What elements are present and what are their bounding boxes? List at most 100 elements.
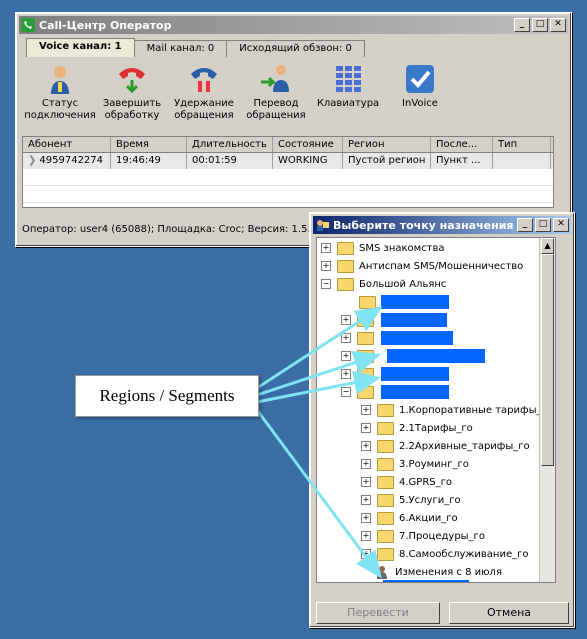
folder-icon	[377, 511, 394, 525]
collapse-icon[interactable]: −	[321, 279, 331, 289]
tab-mail-channel[interactable]: Mail канал: 0	[133, 40, 228, 57]
scroll-up-arrow-icon[interactable]: ▲	[541, 238, 554, 254]
tool-label: Статус	[41, 98, 79, 109]
tool-label: Завершить	[102, 98, 162, 109]
phone-app-icon	[21, 18, 35, 32]
dialog-title-bar[interactable]: Выберите точку назначения ... _ □ ✕	[313, 216, 571, 234]
folder-icon	[377, 403, 394, 417]
tree-item-region[interactable]: +	[341, 366, 379, 382]
column-header[interactable]: Регион	[343, 137, 431, 152]
expand-icon[interactable]: +	[361, 513, 371, 523]
maximize-button[interactable]: □	[535, 218, 551, 232]
forward-button[interactable]: Перевести	[316, 602, 440, 624]
tree-scrollbar[interactable]: ▲	[539, 238, 555, 582]
expand-icon[interactable]: +	[361, 441, 371, 451]
expand-icon[interactable]: +	[341, 369, 351, 379]
expand-icon[interactable]: +	[361, 405, 371, 415]
tree-subitem[interactable]: +3.Роуминг_го	[361, 456, 469, 472]
tool-label: InVoice	[402, 98, 438, 109]
tree-subitem-operator[interactable]: Изменения с 8 июля	[375, 564, 502, 580]
close-button[interactable]: ✕	[553, 218, 569, 232]
row-indicator-icon: ❯	[28, 155, 37, 166]
folder-icon	[377, 529, 394, 543]
tree-item-region[interactable]: +	[341, 330, 379, 346]
main-title-text: Call-Центр Оператор	[39, 18, 172, 32]
tree-item-label: 2.1Тарифы_го	[399, 422, 473, 434]
column-header[interactable]: Длительность	[187, 137, 273, 152]
tab-outbound-dial[interactable]: Исходящий обзвон: 0	[226, 40, 365, 57]
tree-item-region[interactable]: +	[341, 312, 379, 328]
column-header[interactable]: Состояние	[273, 137, 343, 152]
tree-item-region[interactable]: −	[341, 384, 379, 400]
folder-icon	[357, 313, 374, 327]
expand-icon[interactable]: +	[361, 423, 371, 433]
invoice-icon	[406, 65, 434, 93]
table-cell: ❯ 4959742274	[23, 153, 111, 169]
cancel-button[interactable]: Отмена	[449, 602, 569, 624]
table-row-empty	[23, 186, 553, 203]
invoice-button[interactable]: InVoice	[384, 62, 456, 122]
tree-item-sms[interactable]: + SMS знакомства	[321, 240, 445, 256]
table-row[interactable]: ❯ 4959742274 19:46:49 00:01:59 WORKING Пу…	[23, 153, 553, 169]
column-header[interactable]: Тип	[493, 137, 551, 152]
folder-icon	[337, 241, 354, 255]
tree-item-label: 2.2Архивные_тарифы_го	[399, 440, 530, 452]
tree-item-label: 8.Самообслуживание_го	[399, 548, 529, 560]
expand-icon[interactable]: +	[361, 531, 371, 541]
folder-icon	[377, 421, 394, 435]
tree-subitem[interactable]: +6.Акции_го	[361, 510, 458, 526]
expand-icon[interactable]: +	[361, 495, 371, 505]
tree-subitem[interactable]: +4.GPRS_го	[361, 474, 452, 490]
expand-icon[interactable]: +	[321, 261, 331, 271]
minimize-button[interactable]: _	[517, 218, 533, 232]
keypad-button[interactable]: Клавиатура	[312, 62, 384, 122]
hold-call-icon	[191, 68, 217, 92]
toolbar: Статус подключения Завершить обработку У…	[24, 62, 456, 122]
tree-subitem[interactable]: +1.Корпоративные тарифы_го	[361, 402, 553, 418]
tree-subitem[interactable]: +7.Процедуры_го	[361, 528, 485, 544]
tree-item-antispam[interactable]: + Антиспам SMS/Мошенничество	[321, 258, 523, 274]
tree-subitem[interactable]: +2.1Тарифы_го	[361, 420, 473, 436]
tree-item-label: Большой Альянс	[359, 278, 447, 290]
expand-icon[interactable]: +	[361, 459, 371, 469]
transfer-call-button[interactable]: Перевод обращения	[240, 62, 312, 122]
expand-icon[interactable]: +	[341, 315, 351, 325]
column-header[interactable]: Время	[111, 137, 187, 152]
tree-subitem[interactable]: +8.Самообслуживание_го	[361, 546, 529, 562]
expand-icon[interactable]: +	[361, 549, 371, 559]
connection-status-button[interactable]: Статус подключения	[24, 62, 96, 122]
collapse-icon[interactable]: −	[341, 387, 351, 397]
folder-icon	[377, 547, 394, 561]
dialog-title-text: Выберите точку назначения ...	[333, 218, 530, 232]
close-button[interactable]: ✕	[550, 18, 566, 32]
tree-subitem[interactable]: +2.2Архивные_тарифы_го	[361, 438, 530, 454]
tree-item-label: 1.Корпоративные тарифы_го	[399, 404, 553, 416]
folder-icon	[377, 493, 394, 507]
minimize-button[interactable]: _	[514, 18, 530, 32]
folder-icon	[337, 259, 354, 273]
tree-item-region[interactable]	[359, 294, 381, 310]
column-header[interactable]: После...	[431, 137, 493, 152]
tree-item-big-alliance[interactable]: − Большой Альянс	[321, 276, 446, 292]
main-title-bar[interactable]: Call-Центр Оператор _ □ ✕	[19, 16, 568, 34]
expand-icon[interactable]: +	[321, 243, 331, 253]
tree-item-region[interactable]: +	[341, 348, 379, 364]
expand-icon[interactable]: +	[341, 333, 351, 343]
operator-icon	[375, 565, 390, 579]
table-row-empty	[23, 169, 553, 186]
maximize-button[interactable]: □	[532, 18, 548, 32]
tree-item-label: SMS знакомства	[359, 242, 445, 254]
operator-status-icon	[51, 66, 69, 94]
hold-call-button[interactable]: Удержание обращения	[168, 62, 240, 122]
column-header[interactable]: Абонент	[23, 137, 111, 152]
tool-label: Перевод	[253, 98, 299, 109]
scroll-thumb[interactable]	[541, 254, 554, 466]
tree-subitem[interactable]: +5.Услуги_го	[361, 492, 461, 508]
end-processing-button[interactable]: Завершить обработку	[96, 62, 168, 122]
dialog-app-icon	[315, 218, 329, 232]
expand-icon[interactable]: +	[361, 477, 371, 487]
expand-icon[interactable]: +	[341, 351, 351, 361]
tree-item-label: 4.GPRS_го	[399, 476, 452, 488]
tab-voice-channel[interactable]: Voice канал: 1	[26, 38, 135, 57]
calls-grid: Абонент Время Длительность Состояние Рег…	[22, 136, 554, 208]
